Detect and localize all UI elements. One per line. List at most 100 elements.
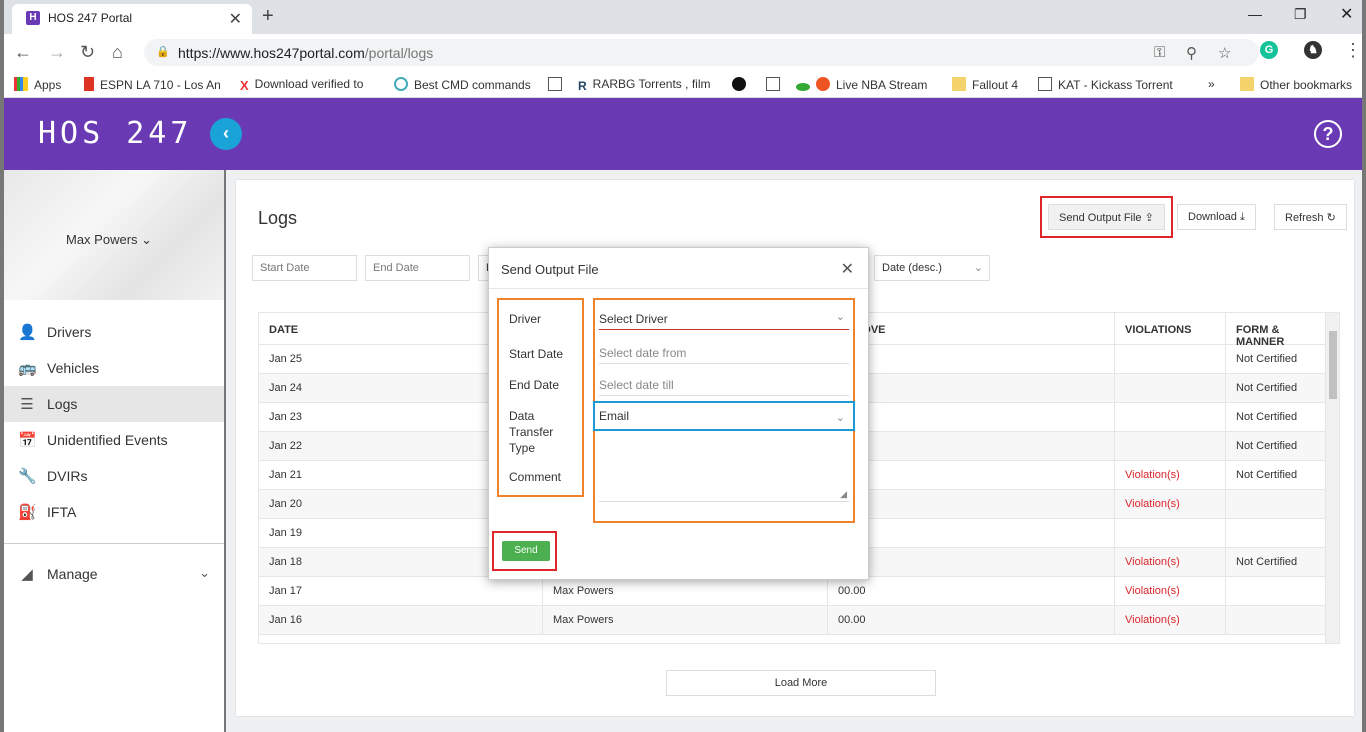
bookmark-spotify[interactable] <box>732 77 752 92</box>
bookmark-kat[interactable]: KAT - Kickass Torrent <box>1038 77 1174 92</box>
user-profile[interactable]: Max Powers ⌄ <box>4 170 224 300</box>
folder-icon <box>952 77 966 91</box>
table-row[interactable]: Jan 16 Max Powers 00.00 Violation(s) <box>259 606 1327 635</box>
sidebar-item-unidentified-events[interactable]: 📅 Unidentified Events <box>4 422 224 458</box>
comment-textarea[interactable]: ◢ <box>599 438 849 502</box>
grammarly-icon[interactable]: G <box>1260 41 1278 59</box>
zoom-icon[interactable]: ⚲ <box>1186 44 1197 62</box>
more-bookmarks-icon[interactable]: » <box>1208 77 1222 91</box>
sidebar-item-label: Logs <box>47 396 78 412</box>
scrollbar-thumb[interactable] <box>1329 331 1337 399</box>
button-label: Send Output File <box>1059 212 1142 224</box>
cell-violation[interactable]: Violation(s) <box>1115 548 1226 577</box>
cell-driver: Max Powers <box>543 577 828 606</box>
bookmark-label: Best CMD commands <box>414 78 531 92</box>
window-close-icon[interactable]: ✕ <box>1340 4 1353 24</box>
cell-date: Jan 17 <box>259 577 543 606</box>
transfer-type-select[interactable]: Email ⌄ <box>599 409 849 424</box>
bookmark-espn[interactable]: ESPN LA 710 - Los An <box>84 77 224 92</box>
send-output-file-button[interactable]: Send Output File ⇪ <box>1048 204 1165 230</box>
download-button[interactable]: Download ⤓ <box>1177 204 1256 230</box>
list-icon: ☰ <box>20 396 34 413</box>
star-icon[interactable]: ☆ <box>1218 44 1231 62</box>
sidebar-item-ifta[interactable]: ⛽ IFTA <box>4 494 224 530</box>
bookmark-label: Apps <box>34 78 62 92</box>
close-icon[interactable]: ✕ <box>841 259 854 279</box>
bookmark-other[interactable]: Other bookmarks <box>1240 77 1360 92</box>
minimize-icon[interactable]: — <box>1248 6 1262 22</box>
calendar-icon: 📅 <box>18 432 37 449</box>
cell-form <box>1226 490 1327 519</box>
cell-date: Jan 16 <box>259 606 543 635</box>
table-row[interactable]: Jan 17 Max Powers 00.00 Violation(s) <box>259 577 1327 606</box>
bookmark-label: ESPN LA 710 - Los An <box>100 78 221 92</box>
help-icon[interactable]: ? <box>1314 120 1342 148</box>
download-icon: ⤓ <box>1239 211 1245 223</box>
table-scrollbar[interactable] <box>1325 313 1339 643</box>
load-more-button[interactable]: Load More <box>666 670 936 696</box>
send-output-file-modal: Send Output File ✕ Driver Start Date End… <box>488 247 869 580</box>
send-button[interactable]: Send <box>502 541 550 561</box>
sort-select[interactable]: Date (desc.) ⌄ <box>874 255 990 281</box>
comment-label: Comment <box>509 470 562 484</box>
end-date-label: End Date <box>509 378 560 392</box>
bookmark-cmd[interactable]: Best CMD commands <box>394 77 532 92</box>
cell-violation <box>1115 403 1226 432</box>
highlight-labels <box>497 298 584 497</box>
collapse-sidebar-button[interactable]: ‹ <box>210 118 242 150</box>
start-date-field[interactable]: Select date from <box>599 342 849 364</box>
page-icon <box>548 77 562 91</box>
bookmark-apps[interactable]: Apps <box>14 77 76 92</box>
bookmark-download[interactable]: X Download verified to <box>240 77 376 92</box>
sidebar-item-logs[interactable]: ☰ Logs <box>4 386 224 422</box>
bookmark-rarbg[interactable]: R RARBG Torrents , film <box>578 77 716 93</box>
address-bar[interactable]: 🔒 https://www.hos247portal.com/portal/lo… <box>144 39 1259 66</box>
cell-violation[interactable]: Violation(s) <box>1115 577 1226 606</box>
cell-violation <box>1115 432 1226 461</box>
url-text: https://www.hos247portal.com/portal/logs <box>178 45 433 61</box>
back-icon[interactable]: ← <box>14 42 32 63</box>
cell-violation[interactable]: Violation(s) <box>1115 606 1226 635</box>
driver-select[interactable]: Select Driver ⌄ <box>599 308 849 330</box>
sidebar-item-drivers[interactable]: 👤 Drivers <box>4 314 224 350</box>
tab-title: HOS 247 Portal <box>48 11 133 25</box>
column-header-form-manner[interactable]: FORM & MANNER <box>1226 313 1327 348</box>
cell-violation[interactable]: Violation(s) <box>1115 461 1226 490</box>
cell-violation[interactable]: Violation(s) <box>1115 490 1226 519</box>
sidebar-item-label: Vehicles <box>47 360 100 376</box>
menu-icon[interactable]: ⋮ <box>1344 40 1362 61</box>
column-header-violations[interactable]: VIOLATIONS <box>1115 313 1226 345</box>
sidebar-item-vehicles[interactable]: 🚌 Vehicles <box>4 350 224 386</box>
folder-icon <box>1240 77 1254 91</box>
bookmark-nba[interactable]: Live NBA Stream <box>796 77 936 92</box>
refresh-button[interactable]: Refresh ↻ <box>1274 204 1347 230</box>
bookmark-fallout[interactable]: Fallout 4 <box>952 77 1024 92</box>
column-header-drove[interactable]: S DROVE <box>828 313 1115 345</box>
cell-drove <box>828 519 1115 548</box>
app-header: HOS 247 ‹ ? <box>4 98 1362 170</box>
bookmark-page-2[interactable] <box>766 77 786 92</box>
maximize-icon[interactable]: ❐ <box>1294 6 1307 23</box>
transfer-type-label: Data Transfer Type <box>509 409 554 455</box>
sidebar-item-label: Manage <box>47 566 98 582</box>
new-tab-icon[interactable]: + <box>262 5 274 28</box>
resize-grip-icon[interactable]: ◢ <box>840 489 847 500</box>
end-date-field[interactable]: Select date till <box>599 374 849 396</box>
browser-toolbar: ← → ↻ ⌂ 🔒 https://www.hos247portal.com/p… <box>4 34 1362 70</box>
end-date-filter[interactable]: End Date <box>365 255 470 281</box>
start-date-filter[interactable]: Start Date <box>252 255 357 281</box>
home-icon[interactable]: ⌂ <box>112 42 123 63</box>
browser-tab[interactable]: H HOS 247 Portal ✕ <box>12 4 252 34</box>
extension-icon[interactable]: ♞ <box>1304 41 1322 59</box>
bookmark-page[interactable] <box>548 77 568 92</box>
site-favicon-icon: H <box>26 11 40 25</box>
sidebar-item-dvirs[interactable]: 🔧 DVIRs <box>4 458 224 494</box>
nba-icon <box>796 83 810 91</box>
reload-icon[interactable]: ↻ <box>80 42 95 63</box>
forward-icon[interactable]: → <box>48 42 66 63</box>
sidebar-item-manage[interactable]: ◢ Manage ⌄ <box>4 556 224 592</box>
key-icon[interactable]: ⚿ <box>1154 44 1165 61</box>
tab-close-icon[interactable]: ✕ <box>229 9 242 29</box>
user-name-dropdown[interactable]: Max Powers ⌄ <box>66 232 152 248</box>
bookmark-label: Live NBA Stream <box>836 78 928 92</box>
